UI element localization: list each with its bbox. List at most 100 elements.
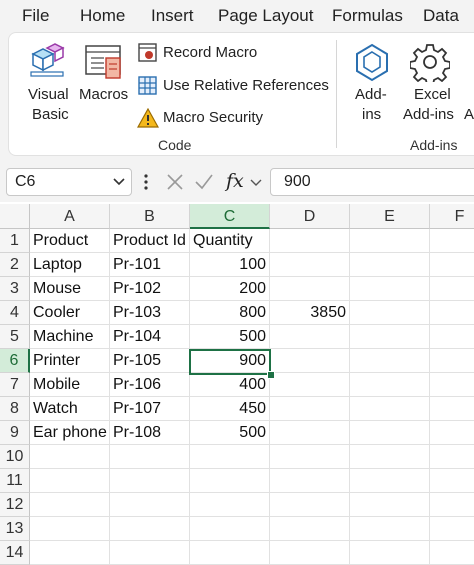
column-header-b[interactable]: B [110, 204, 190, 229]
cell-d9[interactable] [270, 421, 350, 445]
cell-a10[interactable] [30, 445, 110, 469]
column-header-f[interactable]: F [430, 204, 474, 229]
cell-f2[interactable] [430, 253, 474, 277]
cell-f9[interactable] [430, 421, 474, 445]
cell-f14[interactable] [430, 541, 474, 565]
cell-c1[interactable]: Quantity [190, 229, 270, 253]
cell-c12[interactable] [190, 493, 270, 517]
cell-b9[interactable]: Pr-108 [110, 421, 190, 445]
menu-home[interactable]: Home [80, 6, 125, 26]
menu-file[interactable]: File [22, 6, 49, 26]
cell-b3[interactable]: Pr-102 [110, 277, 190, 301]
chevron-down-icon[interactable] [113, 177, 125, 187]
cell-b2[interactable]: Pr-101 [110, 253, 190, 277]
cell-f1[interactable] [430, 229, 474, 253]
row-header-5[interactable]: 5 [0, 325, 30, 349]
cell-d8[interactable] [270, 397, 350, 421]
cell-a1[interactable]: Product [30, 229, 110, 253]
cell-d6[interactable] [270, 349, 350, 373]
cell-f11[interactable] [430, 469, 474, 493]
row-header-10[interactable]: 10 [0, 445, 30, 469]
cell-b12[interactable] [110, 493, 190, 517]
cell-e10[interactable] [350, 445, 430, 469]
row-header-12[interactable]: 12 [0, 493, 30, 517]
cell-b13[interactable] [110, 517, 190, 541]
cell-a8[interactable]: Watch [30, 397, 110, 421]
cell-d4[interactable]: 3850 [270, 301, 350, 325]
name-box[interactable]: C6 [6, 168, 132, 196]
cell-c2[interactable]: 100 [190, 253, 270, 277]
cell-b14[interactable] [110, 541, 190, 565]
select-all-corner[interactable] [0, 204, 30, 229]
cell-e2[interactable] [350, 253, 430, 277]
cell-f6[interactable] [430, 349, 474, 373]
cell-a6[interactable]: Printer [30, 349, 110, 373]
cell-b1[interactable]: Product Id [110, 229, 190, 253]
cell-a3[interactable]: Mouse [30, 277, 110, 301]
function-chevron-icon[interactable] [250, 178, 262, 188]
cell-e14[interactable] [350, 541, 430, 565]
row-header-9[interactable]: 9 [0, 421, 30, 445]
row-header-3[interactable]: 3 [0, 277, 30, 301]
cell-b11[interactable] [110, 469, 190, 493]
column-header-c[interactable]: C [190, 204, 270, 229]
cell-e1[interactable] [350, 229, 430, 253]
cell-a13[interactable] [30, 517, 110, 541]
cell-e7[interactable] [350, 373, 430, 397]
cell-a11[interactable] [30, 469, 110, 493]
cell-b10[interactable] [110, 445, 190, 469]
menu-formulas[interactable]: Formulas [332, 6, 403, 26]
row-header-11[interactable]: 11 [0, 469, 30, 493]
cell-e13[interactable] [350, 517, 430, 541]
cell-b5[interactable]: Pr-104 [110, 325, 190, 349]
formula-input[interactable]: 900 [270, 168, 474, 196]
cell-b8[interactable]: Pr-107 [110, 397, 190, 421]
more-options-icon[interactable] [143, 173, 149, 191]
cell-d12[interactable] [270, 493, 350, 517]
cell-e11[interactable] [350, 469, 430, 493]
row-header-4[interactable]: 4 [0, 301, 30, 325]
cell-c8[interactable]: 450 [190, 397, 270, 421]
fill-handle[interactable] [267, 371, 275, 379]
column-header-a[interactable]: A [30, 204, 110, 229]
cell-e6[interactable] [350, 349, 430, 373]
cell-b7[interactable]: Pr-106 [110, 373, 190, 397]
cell-d13[interactable] [270, 517, 350, 541]
cell-f12[interactable] [430, 493, 474, 517]
row-header-7[interactable]: 7 [0, 373, 30, 397]
cell-c3[interactable]: 200 [190, 277, 270, 301]
cell-a14[interactable] [30, 541, 110, 565]
cell-c5[interactable]: 500 [190, 325, 270, 349]
cell-c11[interactable] [190, 469, 270, 493]
row-header-2[interactable]: 2 [0, 253, 30, 277]
menu-data[interactable]: Data [423, 6, 459, 26]
cell-c13[interactable] [190, 517, 270, 541]
cell-e9[interactable] [350, 421, 430, 445]
cell-d2[interactable] [270, 253, 350, 277]
cell-a9[interactable]: Ear phone [30, 421, 110, 445]
row-header-6[interactable]: 6 [0, 349, 30, 373]
cell-a12[interactable] [30, 493, 110, 517]
cell-d11[interactable] [270, 469, 350, 493]
cell-c14[interactable] [190, 541, 270, 565]
cell-f3[interactable] [430, 277, 474, 301]
cell-d5[interactable] [270, 325, 350, 349]
cell-f13[interactable] [430, 517, 474, 541]
cell-f4[interactable] [430, 301, 474, 325]
cell-f8[interactable] [430, 397, 474, 421]
cell-d10[interactable] [270, 445, 350, 469]
cell-c10[interactable] [190, 445, 270, 469]
cell-c4[interactable]: 800 [190, 301, 270, 325]
cell-d1[interactable] [270, 229, 350, 253]
cell-b4[interactable]: Pr-103 [110, 301, 190, 325]
cell-c6[interactable]: 900 [190, 349, 270, 373]
row-header-8[interactable]: 8 [0, 397, 30, 421]
menu-page-layout[interactable]: Page Layout [218, 6, 313, 26]
column-header-d[interactable]: D [270, 204, 350, 229]
cell-b6[interactable]: Pr-105 [110, 349, 190, 373]
cell-d3[interactable] [270, 277, 350, 301]
enter-check-icon[interactable] [194, 173, 214, 191]
cell-f10[interactable] [430, 445, 474, 469]
cell-c7[interactable]: 400 [190, 373, 270, 397]
column-header-e[interactable]: E [350, 204, 430, 229]
